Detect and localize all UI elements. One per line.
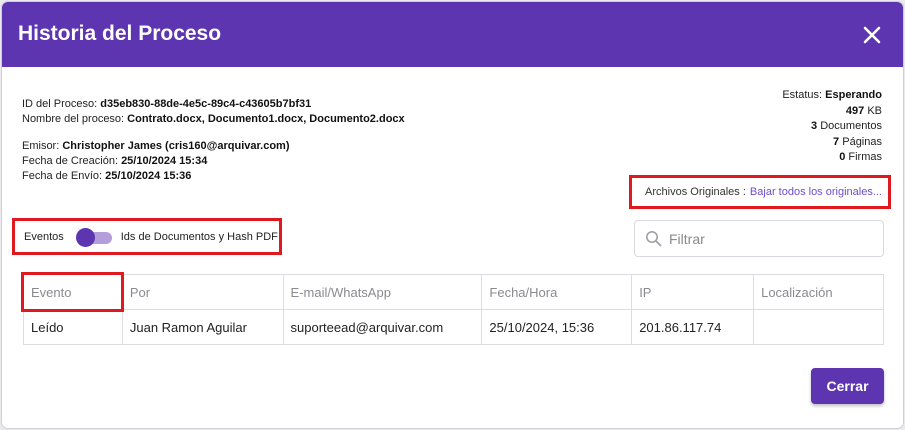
dialog-header: Historia del Proceso bbox=[2, 2, 903, 67]
created-date-value: 25/10/2024 15:34 bbox=[121, 155, 208, 167]
sent-date-row: Fecha de Envío: 25/10/2024 15:36 bbox=[22, 169, 405, 184]
table-row: Leído Juan Ramon Aguilar suporteead@arqu… bbox=[23, 309, 884, 345]
documents-label: Documentos bbox=[820, 120, 882, 132]
column-header-email[interactable]: E-mail/WhatsApp bbox=[282, 274, 483, 310]
status-row: Estatus: Esperando bbox=[782, 88, 882, 104]
sender-row: Emisor: Christopher James (cris160@arqui… bbox=[22, 139, 405, 154]
process-name-label: Nombre del proceso: bbox=[22, 113, 125, 125]
toggle-thumb bbox=[75, 227, 95, 247]
original-files-section: Archivos Originales : Bajar todos los or… bbox=[629, 175, 891, 209]
documents-row: 3 Documentos bbox=[782, 119, 882, 135]
table-header-row: Evento Por E-mail/WhatsApp Fecha/Hora IP… bbox=[23, 274, 884, 310]
size-value: 497 bbox=[845, 104, 865, 117]
column-header-por[interactable]: Por bbox=[121, 274, 284, 310]
process-name-value: Contrato.docx, Documento1.docx, Document… bbox=[127, 113, 405, 125]
size-unit: KB bbox=[867, 104, 882, 117]
signatures-count: 0 bbox=[839, 151, 846, 163]
column-header-evento[interactable]: Evento bbox=[23, 274, 123, 310]
cell-fecha-hora: 25/10/2024, 15:36 bbox=[481, 309, 633, 345]
filter-field[interactable] bbox=[634, 220, 884, 257]
pages-label: Páginas bbox=[842, 135, 882, 148]
process-id-value: d35eb830-88de-4e5c-89c4-c43605b7bf31 bbox=[100, 98, 312, 110]
hash-toggle-label: Ids de Documentos y Hash PDF bbox=[120, 230, 278, 243]
column-header-ip[interactable]: IP bbox=[631, 274, 755, 310]
close-button[interactable] bbox=[861, 24, 883, 46]
pages-row: 7 Páginas bbox=[782, 135, 882, 151]
status-value: Esperando bbox=[825, 89, 882, 101]
process-id-label: ID del Proceso: bbox=[22, 98, 98, 110]
close-dialog-button[interactable]: Cerrar bbox=[811, 368, 884, 404]
original-files-label: Archivos Originales : bbox=[645, 186, 746, 198]
created-date-label: Fecha de Creación: bbox=[22, 155, 118, 167]
documents-count: 3 bbox=[811, 120, 818, 132]
search-icon bbox=[646, 231, 662, 247]
dialog-title: Historia del Proceso bbox=[18, 22, 222, 45]
cell-por: Juan Ramon Aguilar bbox=[121, 309, 284, 345]
filter-input[interactable] bbox=[669, 230, 869, 247]
size-row: 497 KB bbox=[782, 104, 882, 120]
cell-ip: 201.86.117.74 bbox=[631, 309, 755, 345]
process-info: ID del Proceso: d35eb830-88de-4e5c-89c4-… bbox=[22, 97, 405, 184]
history-dialog: Historia del Proceso ID del Proceso: d35… bbox=[2, 2, 903, 428]
view-toggle-switch[interactable] bbox=[75, 227, 112, 247]
events-table: Evento Por E-mail/WhatsApp Fecha/Hora IP… bbox=[23, 274, 884, 345]
sender-label: Emisor: bbox=[22, 140, 60, 152]
events-toggle-label: Eventos bbox=[24, 230, 64, 243]
process-name-row: Nombre del proceso: Contrato.docx, Docum… bbox=[22, 112, 405, 127]
sent-date-label: Fecha de Envío: bbox=[22, 170, 103, 182]
signatures-row: 0 Firmas bbox=[782, 150, 882, 166]
cell-localizacion bbox=[753, 309, 884, 345]
download-all-originals-link[interactable]: Bajar todos los originales... bbox=[750, 186, 882, 198]
process-summary: Estatus: Esperando 497 KB 3 Documentos 7… bbox=[782, 88, 882, 166]
cell-email: suporteead@arquivar.com bbox=[282, 309, 483, 345]
sent-date-value: 25/10/2024 15:36 bbox=[105, 170, 192, 182]
pages-count: 7 bbox=[833, 135, 840, 148]
cell-evento: Leído bbox=[23, 309, 123, 345]
process-id-row: ID del Proceso: d35eb830-88de-4e5c-89c4-… bbox=[22, 97, 405, 112]
created-date-row: Fecha de Creación: 25/10/2024 15:34 bbox=[22, 154, 405, 169]
column-header-fecha-hora[interactable]: Fecha/Hora bbox=[481, 274, 633, 310]
column-header-localizacion[interactable]: Localización bbox=[753, 274, 884, 310]
signatures-label: Firmas bbox=[848, 151, 882, 163]
sender-value: Christopher James (cris160@arquivar.com) bbox=[62, 140, 290, 152]
close-icon bbox=[863, 26, 881, 44]
view-toggle-section: Eventos Ids de Documentos y Hash PDF bbox=[12, 218, 282, 255]
status-label: Estatus: bbox=[782, 89, 823, 101]
